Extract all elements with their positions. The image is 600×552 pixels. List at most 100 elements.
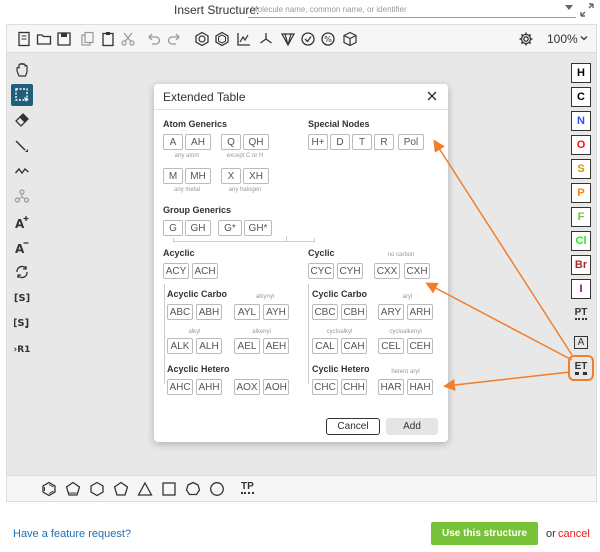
group-generic-g-star[interactable]: G* (218, 220, 242, 236)
open-folder-icon[interactable] (35, 30, 53, 48)
template-palette-button[interactable]: TP (241, 481, 254, 494)
cut-icon[interactable] (119, 30, 137, 48)
chain-icon[interactable] (11, 160, 33, 182)
special-node-r[interactable]: R (374, 134, 394, 150)
atom-button-n[interactable]: N (571, 111, 591, 131)
aromatize-icon[interactable] (193, 30, 211, 48)
cyclopentane-icon[interactable] (113, 481, 129, 497)
cyclic-hetero-har[interactable]: HAR (378, 379, 404, 395)
atom-button-f[interactable]: F (571, 207, 591, 227)
atom-generic-qh[interactable]: QH (243, 134, 269, 150)
cyclic-hetero-chh[interactable]: CHH (341, 379, 367, 395)
periodic-table-button[interactable]: PT (569, 303, 593, 325)
charge-minus-icon[interactable]: A (11, 236, 33, 258)
cyclic-cxx[interactable]: CXX (374, 263, 400, 279)
3d-viewer-icon[interactable] (341, 30, 359, 48)
paste-icon[interactable] (99, 30, 117, 48)
reaction-arrow-icon[interactable] (11, 261, 33, 283)
cyclic-hetero-chc[interactable]: CHC (312, 379, 338, 395)
cyclic-carbo-ceh[interactable]: CEH (407, 338, 433, 354)
zoom-level[interactable]: 100% (547, 32, 578, 46)
special-node-d[interactable]: D (330, 134, 350, 150)
atom-button-h[interactable]: H (571, 63, 591, 83)
group-generic-gh-star[interactable]: GH* (244, 220, 272, 236)
group-generic-g[interactable]: G (163, 220, 183, 236)
acyclic-carbo-alk[interactable]: ALK (167, 338, 193, 354)
save-icon[interactable] (55, 30, 73, 48)
acyclic-hetero-ahh[interactable]: AHH (196, 379, 222, 395)
calculated-values-icon[interactable]: % (319, 30, 337, 48)
extended-table-button[interactable]: ET (569, 357, 593, 379)
atom-generic-x[interactable]: X (221, 168, 241, 184)
feature-request-link[interactable]: Have a feature request? (13, 528, 131, 540)
cyclic-carbo-ary[interactable]: ARY (378, 304, 404, 320)
atom-generic-m[interactable]: M (163, 168, 183, 184)
acyclic-carbo-aeh[interactable]: AEH (263, 338, 289, 354)
layout-icon[interactable] (235, 30, 253, 48)
clean-up-icon[interactable] (257, 30, 275, 48)
atom-button-i[interactable]: I (571, 279, 591, 299)
close-icon[interactable] (426, 90, 438, 102)
cyclic-carbo-cbc[interactable]: CBC (312, 304, 338, 320)
cyclic-cyh[interactable]: CYH (337, 263, 363, 279)
calculate-cip-icon[interactable] (279, 30, 297, 48)
special-node-pol[interactable]: Pol (398, 134, 424, 150)
atom-button-p[interactable]: P (571, 183, 591, 203)
hand-pan-icon[interactable] (11, 59, 33, 81)
any-atom-button[interactable]: A (569, 331, 593, 353)
cyclic-carbo-cal[interactable]: CAL (312, 338, 338, 354)
check-structure-icon[interactable] (299, 30, 317, 48)
atom-generic-ah[interactable]: AH (185, 134, 211, 150)
undo-icon[interactable] (145, 30, 163, 48)
atom-button-br[interactable]: Br (571, 255, 591, 275)
cyclic-carbo-arh[interactable]: ARH (407, 304, 433, 320)
dialog-cancel-button[interactable]: Cancel (326, 418, 380, 435)
atom-button-cl[interactable]: Cl (571, 231, 591, 251)
atom-button-c[interactable]: C (571, 87, 591, 107)
rgroup-label-icon[interactable]: ›R1 (11, 337, 33, 359)
eraser-icon[interactable] (11, 109, 33, 131)
special-node-t[interactable]: T (352, 134, 372, 150)
dearomatize-icon[interactable] (213, 30, 231, 48)
single-bond-icon[interactable] (11, 135, 33, 157)
cyclopropane-icon[interactable] (137, 481, 153, 497)
cyclic-cyc[interactable]: CYC (308, 263, 334, 279)
cyclohexane-icon[interactable] (89, 481, 105, 497)
use-this-structure-button[interactable]: Use this structure (431, 522, 538, 545)
copy-icon[interactable] (79, 30, 97, 48)
atom-generic-a[interactable]: A (163, 134, 183, 150)
acyclic-hetero-aoh[interactable]: AOH (263, 379, 289, 395)
atom-generic-mh[interactable]: MH (185, 168, 211, 184)
cyclic-cxh[interactable]: CXH (404, 263, 430, 279)
acyclic-hetero-ahc[interactable]: AHC (167, 379, 193, 395)
cycloheptane-icon[interactable] (185, 481, 201, 497)
atom-button-o[interactable]: O (571, 135, 591, 155)
chevron-down-icon[interactable] (580, 34, 588, 42)
acyclic-carbo-ayl[interactable]: AYL (234, 304, 260, 320)
dialog-add-button[interactable]: Add (386, 418, 438, 435)
cyclic-carbo-cel[interactable]: CEL (378, 338, 404, 354)
cancel-link[interactable]: cancel (558, 528, 590, 540)
cyclic-hetero-hah[interactable]: HAH (407, 379, 433, 395)
acyclic-carbo-ayh[interactable]: AYH (263, 304, 289, 320)
benzene-icon[interactable] (41, 481, 57, 497)
sgroup-expand-icon[interactable]: [S] (11, 311, 33, 333)
cyclobutane-icon[interactable] (161, 481, 177, 497)
cyclooctane-icon[interactable] (209, 481, 225, 497)
acyclic-hetero-aox[interactable]: AOX (234, 379, 260, 395)
acyclic-carbo-abc[interactable]: ABC (167, 304, 193, 320)
acyclic-acy[interactable]: ACY (163, 263, 189, 279)
acyclic-carbo-alh[interactable]: ALH (196, 338, 222, 354)
cyclopentadiene-icon[interactable] (65, 481, 81, 497)
cyclic-carbo-cah[interactable]: CAH (341, 338, 367, 354)
atom-generic-xh[interactable]: XH (243, 168, 269, 184)
acyclic-carbo-ael[interactable]: AEL (234, 338, 260, 354)
redo-icon[interactable] (165, 30, 183, 48)
insert-dropdown-icon[interactable] (565, 5, 573, 10)
charge-plus-icon[interactable]: A (11, 211, 33, 233)
insert-structure-input[interactable] (248, 2, 576, 18)
sgroup-icon[interactable]: [S] (11, 286, 33, 308)
cyclic-carbo-cbh[interactable]: CBH (341, 304, 367, 320)
rectangle-select-icon[interactable] (11, 84, 33, 106)
new-document-icon[interactable] (15, 30, 33, 48)
